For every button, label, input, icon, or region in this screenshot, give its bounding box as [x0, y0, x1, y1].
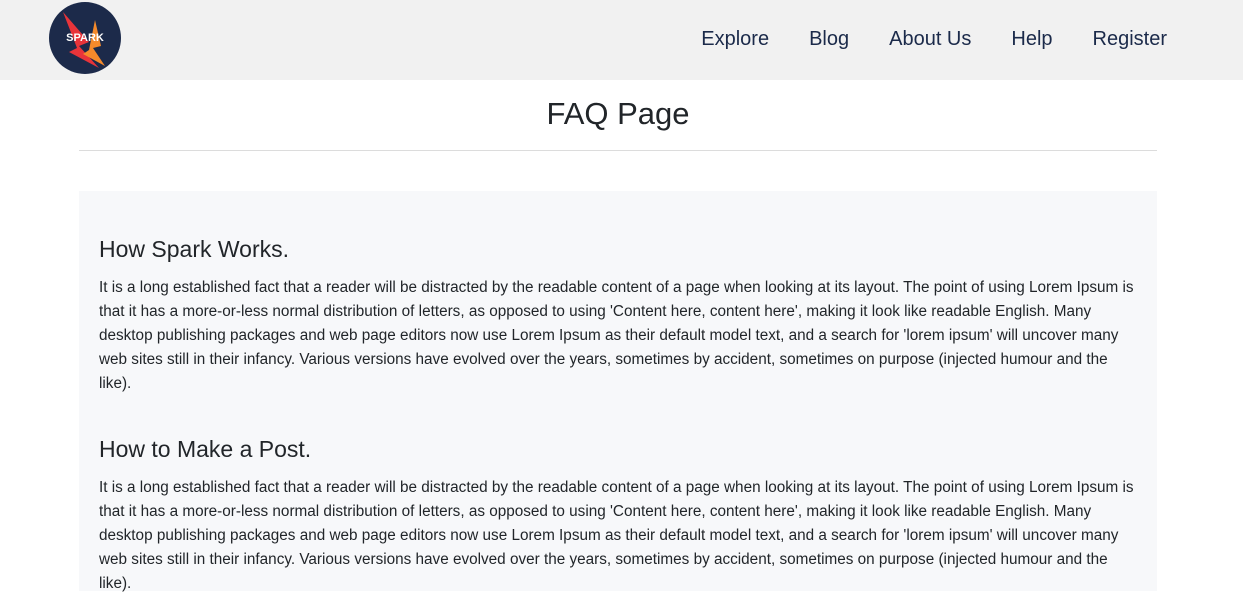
top-navbar: SPARK Explore Blog About Us Help Registe…	[0, 0, 1243, 80]
spark-logo[interactable]: SPARK	[49, 2, 121, 74]
logo-text: SPARK	[66, 32, 104, 44]
nav-about-us-link[interactable]: About Us	[889, 27, 971, 51]
nav-explore-link[interactable]: Explore	[701, 27, 769, 51]
page-title: FAQ Page	[546, 96, 690, 131]
title-divider	[79, 150, 1157, 151]
faq-panel: How Spark Works. It is a long establishe…	[79, 191, 1157, 592]
nav-blog-link[interactable]: Blog	[809, 27, 849, 51]
faq-answer: It is a long established fact that a rea…	[99, 479, 1134, 592]
nav-register-link[interactable]: Register	[1093, 27, 1167, 51]
faq-item: How Spark Works. It is a long establishe…	[99, 235, 1139, 396]
nav-help-link[interactable]: Help	[1011, 27, 1052, 51]
faq-question: How to Make a Post.	[99, 436, 312, 462]
spark-logo-icon: SPARK	[49, 2, 121, 74]
main-nav: Explore Blog About Us Help Register	[701, 27, 1167, 51]
faq-answer: It is a long established fact that a rea…	[99, 279, 1134, 392]
faq-question: How Spark Works.	[99, 236, 290, 262]
faq-item: How to Make a Post. It is a long establi…	[99, 435, 1139, 596]
